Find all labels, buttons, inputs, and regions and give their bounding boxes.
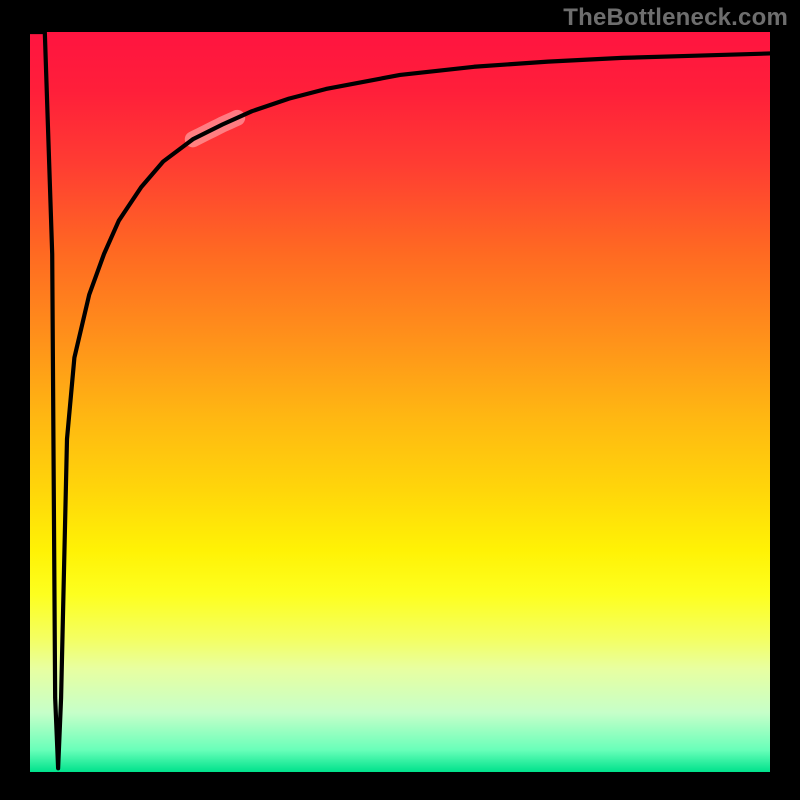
curve-main [30,32,770,768]
watermark-text: TheBottleneck.com [563,4,788,32]
chart-frame: TheBottleneck.com [0,0,800,800]
bottleneck-curve-svg [30,32,770,772]
